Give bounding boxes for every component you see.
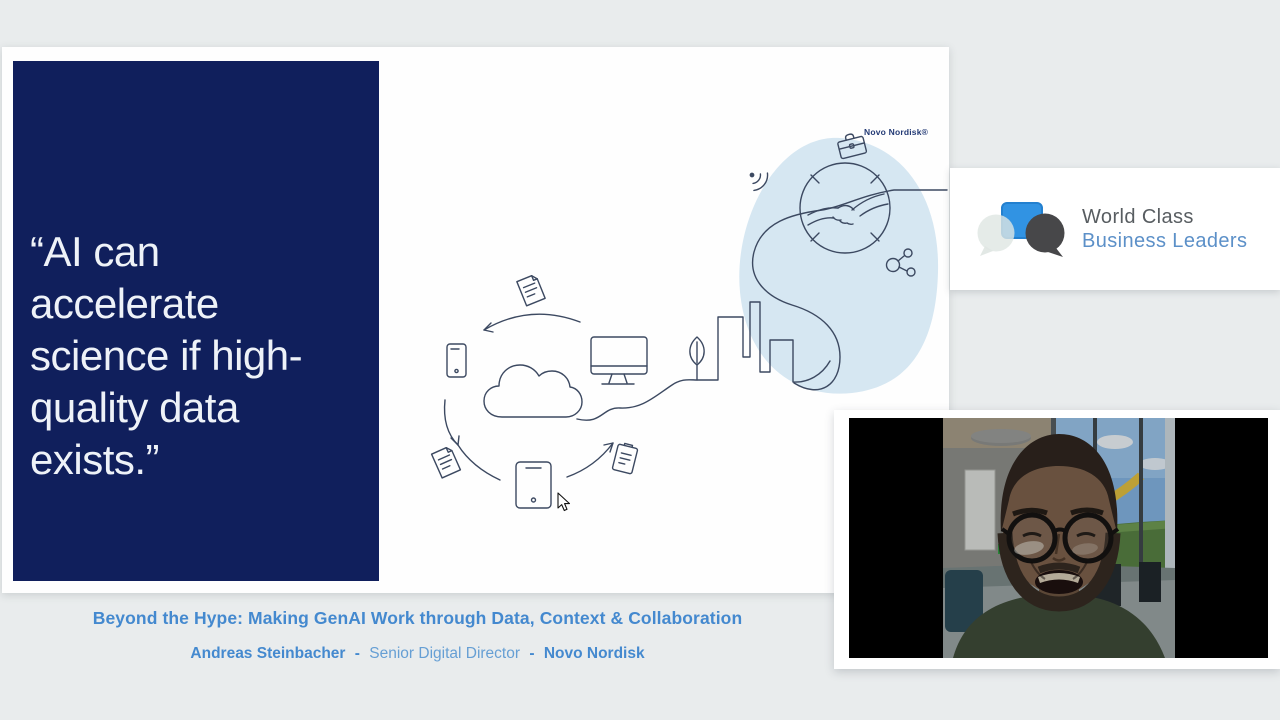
caption-speaker: Andreas Steinbacher - Senior Digital Dir… [0, 645, 835, 663]
presentation-slide: “AI can accelerate science if high- qual… [2, 47, 949, 593]
clipboard-icon [612, 442, 638, 474]
cloud-icon [484, 365, 582, 417]
speaker-role: Senior Digital Director [369, 645, 520, 662]
brand-line1: World Class [1082, 205, 1247, 229]
cycle-arrows [445, 314, 613, 480]
caption-block: Beyond the Hype: Making GenAI Work throu… [0, 608, 835, 663]
brand-card: World Class Business Leaders [950, 168, 1280, 290]
speaker-name: Andreas Steinbacher [190, 645, 345, 662]
separator: - [529, 645, 534, 662]
speech-bubble-dark-icon [1026, 214, 1065, 258]
video-frame: “AI can accelerate science if high- qual… [0, 0, 1280, 720]
company-name: Novo Nordisk [544, 645, 645, 662]
webcam-frame [849, 418, 1268, 658]
webcam-card [834, 410, 1280, 669]
slide-illustration [2, 47, 949, 593]
brand-line2: Business Leaders [1082, 229, 1247, 253]
desktop-monitor-icon [591, 337, 647, 384]
separator: - [355, 645, 360, 662]
tablet-icon [516, 462, 551, 508]
caption-title: Beyond the Hype: Making GenAI Work throu… [0, 608, 835, 629]
document-icon [517, 274, 545, 306]
mouse-cursor-icon [558, 493, 570, 511]
speaker-video [849, 418, 1268, 658]
speech-bubbles-logo [974, 194, 1074, 264]
document-icon-2 [432, 446, 461, 478]
background-blob [739, 138, 938, 394]
smartphone-icon [447, 344, 466, 377]
tree-icon [690, 337, 704, 380]
speech-bubble-light-icon [978, 215, 1015, 257]
